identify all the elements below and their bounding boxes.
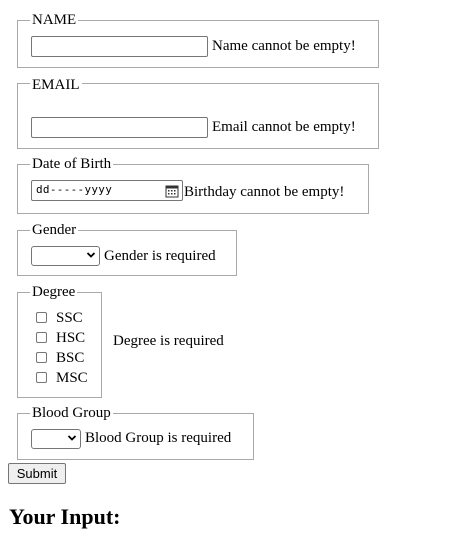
degree-option-msc[interactable]: MSC (36, 369, 88, 387)
degree-label-bsc: BSC (56, 350, 85, 366)
blood-group-error: Blood Group is required (85, 430, 232, 446)
name-fieldset: NAME Name cannot be empty! (17, 11, 379, 68)
degree-error: Degree is required (113, 333, 224, 349)
name-legend: NAME (30, 11, 79, 29)
dob-fieldset: Date of Birth dd-----yyyy Birthday canno… (17, 155, 369, 214)
degree-checkbox-ssc[interactable] (36, 312, 47, 323)
degree-fieldset: Degree SSC HSC BSC MSC (17, 283, 102, 398)
gender-fieldset: Gender Gender is required (17, 221, 237, 276)
dob-error: Birthday cannot be empty! (184, 184, 345, 200)
degree-option-bsc[interactable]: BSC (36, 349, 84, 367)
email-error: Email cannot be empty! (212, 119, 356, 135)
submit-button[interactable]: Submit (8, 463, 66, 484)
degree-option-hsc[interactable]: HSC (36, 329, 85, 347)
chevron-down-icon (86, 249, 96, 266)
blood-group-legend: Blood Group (30, 404, 113, 422)
dob-placeholder: dd-----yyyy (36, 183, 113, 196)
email-legend: EMAIL (30, 76, 82, 94)
blood-group-select[interactable] (31, 429, 81, 449)
email-input[interactable] (31, 117, 208, 138)
gender-select[interactable] (31, 246, 100, 266)
degree-checkbox-hsc[interactable] (36, 332, 47, 343)
email-fieldset: EMAIL Email cannot be empty! (17, 76, 379, 149)
degree-legend: Degree (30, 283, 78, 301)
dob-input[interactable]: dd-----yyyy (31, 180, 183, 201)
degree-label-msc: MSC (56, 370, 88, 386)
degree-label-hsc: HSC (56, 330, 86, 346)
degree-label-ssc: SSC (56, 310, 83, 326)
degree-checkbox-bsc[interactable] (36, 352, 47, 363)
chevron-down-icon (67, 432, 77, 449)
degree-checkbox-msc[interactable] (36, 372, 47, 383)
calendar-icon[interactable] (165, 184, 179, 203)
gender-error: Gender is required (104, 248, 216, 264)
output-heading: Your Input: (9, 504, 121, 529)
name-error: Name cannot be empty! (212, 38, 356, 54)
blood-group-fieldset: Blood Group Blood Group is required (17, 404, 254, 460)
dob-legend: Date of Birth (30, 155, 114, 173)
gender-legend: Gender (30, 221, 79, 239)
name-input[interactable] (31, 36, 208, 57)
degree-option-ssc[interactable]: SSC (36, 309, 83, 327)
